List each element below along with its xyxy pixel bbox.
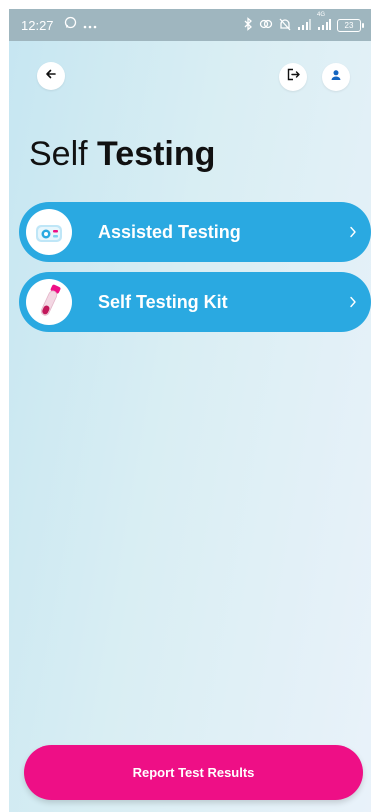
page-title: Self Testing (29, 135, 215, 174)
status-right-icons: 4G 23 (243, 12, 364, 34)
network-type: 4G (317, 12, 326, 18)
menu-item-label: Self Testing Kit (98, 291, 228, 312)
user-icon (330, 68, 342, 86)
menu-item-self-testing-kit[interactable]: Self Testing Kit (19, 272, 371, 332)
page-title-light: Self (29, 135, 88, 173)
page-title-bold: Testing (97, 135, 216, 173)
bluetooth-icon (243, 17, 253, 34)
back-button[interactable] (37, 62, 65, 90)
signal-4g-icon: 4G (317, 12, 331, 33)
assisted-testing-icon (26, 209, 72, 255)
more-notifications-icon (83, 17, 97, 32)
logout-icon (287, 68, 300, 86)
profile-button[interactable] (322, 63, 350, 91)
bell-muted-icon (279, 18, 291, 34)
battery-level: 23 (344, 21, 354, 30)
chevron-right-icon (349, 296, 357, 308)
logout-button[interactable] (279, 63, 307, 91)
test-kit-icon (26, 279, 72, 325)
menu-item-assisted-testing[interactable]: Assisted Testing (19, 202, 371, 262)
status-left-icons (64, 16, 97, 32)
link-icon (259, 18, 273, 33)
whatsapp-icon (64, 16, 77, 32)
arrow-left-icon (45, 67, 57, 85)
signal-icon (297, 18, 311, 33)
menu-item-label: Assisted Testing (98, 221, 241, 242)
app-screen: 12:27 4G 23 Self Testing Assisted Testin… (9, 9, 371, 812)
report-test-results-button[interactable]: Report Test Results (24, 745, 363, 800)
status-time: 12:27 (21, 18, 54, 33)
battery-icon: 23 (337, 19, 364, 32)
status-bar: 12:27 4G 23 (9, 9, 371, 41)
chevron-right-icon (349, 226, 357, 238)
